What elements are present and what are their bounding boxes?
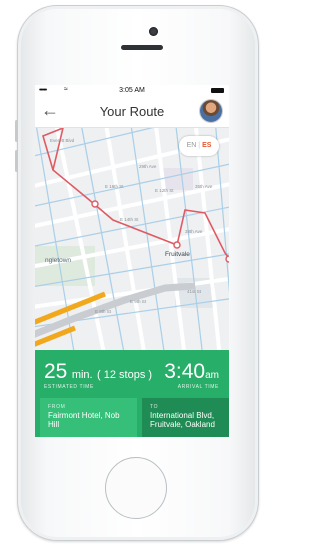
map-canvas: ngletown Fruitvale Everett Blvd E 12th S…: [35, 128, 229, 350]
language-toggle[interactable]: EN | ES: [179, 136, 219, 156]
home-button[interactable]: [105, 457, 167, 519]
screen: ••••• ≈ 3:05 AM ← Your Route ngletown Fr…: [35, 85, 229, 437]
arrival-time: 3:40am ARRIVAL TIME: [164, 360, 219, 390]
from-value: Fairmont Hotel, Nob Hill: [48, 411, 120, 429]
battery-icon: [211, 88, 224, 93]
street-label: 38th Ave: [185, 229, 203, 234]
street-label: E 8th St: [95, 309, 112, 314]
lang-es[interactable]: ES: [202, 142, 211, 149]
earpiece-speaker: [121, 45, 163, 50]
from-card[interactable]: FROM Fairmont Hotel, Nob Hill: [40, 398, 137, 437]
from-label: FROM: [48, 404, 66, 410]
estimated-time: 25 min. ( 12 stops ) ESTIMATED TIME: [44, 360, 152, 390]
route-stop: [91, 200, 99, 208]
to-card[interactable]: TO International Blvd, Fruitvale, Oaklan…: [142, 398, 229, 437]
street-label: E 9th St: [130, 299, 147, 304]
nav-bar: ← Your Route: [35, 97, 229, 128]
avatar[interactable]: [200, 100, 222, 122]
place-label: Fruitvale: [165, 251, 190, 258]
estimated-time-caption: ESTIMATED TIME: [44, 384, 94, 390]
to-label: TO: [150, 404, 159, 410]
lang-en[interactable]: EN: [187, 142, 197, 149]
status-bar: ••••• ≈ 3:05 AM: [35, 85, 229, 97]
arrival-value: 3:40: [164, 360, 206, 383]
front-camera: [149, 27, 158, 36]
route-map[interactable]: ngletown Fruitvale Everett Blvd E 12th S…: [35, 128, 229, 350]
route-stop: [173, 241, 181, 249]
trip-summary-panel: 25 min. ( 12 stops ) ESTIMATED TIME 3:40…: [35, 350, 229, 437]
route-stop: [225, 255, 229, 263]
to-value: International Blvd, Fruitvale, Oakland: [150, 411, 215, 429]
street-label: 35th Ave: [195, 184, 213, 189]
street-label: 29th Ave: [139, 164, 157, 169]
street-label: E 14th St: [120, 217, 139, 222]
duration-unit: min.: [71, 369, 93, 381]
duration-value: 25: [44, 360, 68, 383]
volume-button: [15, 120, 18, 142]
arrival-suffix: am: [205, 370, 219, 381]
lang-separator: |: [198, 142, 201, 149]
street-label: E 12th St: [155, 188, 174, 193]
volume-button: [15, 150, 18, 172]
arrival-time-caption: ARRIVAL TIME: [177, 384, 219, 390]
street-label: Everett Blvd: [50, 138, 75, 143]
stops-count: ( 12 stops ): [97, 369, 153, 381]
street-label: E 16th St: [105, 184, 124, 189]
place-label: ngletown: [45, 257, 71, 264]
street-label: 41st St: [187, 289, 202, 294]
status-time: 3:05 AM: [119, 87, 145, 94]
